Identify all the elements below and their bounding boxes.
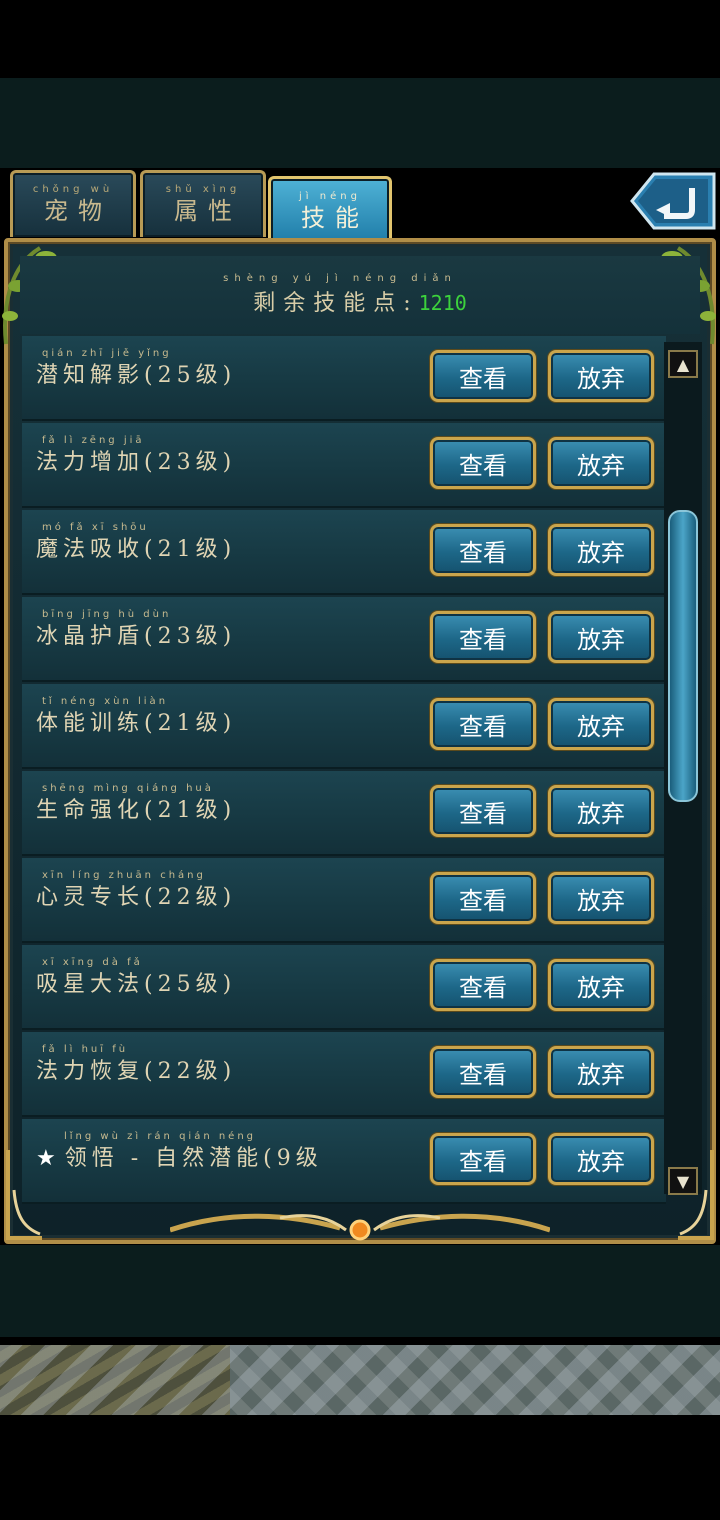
abandon-button[interactable]: 放弃 (548, 611, 654, 663)
abandon-button[interactable]: 放弃 (548, 1046, 654, 1098)
tab-attributes-label: 属性 (174, 197, 242, 225)
tab-pet-pinyin: chǒng wù (32, 184, 114, 195)
abandon-button[interactable]: 放弃 (548, 524, 654, 576)
skill-pinyin: shēng mìng qiáng huà (42, 783, 214, 794)
abandon-button[interactable]: 放弃 (548, 698, 654, 750)
tab-skills[interactable]: jì néng 技能 (268, 176, 392, 245)
skill-label: 吸星大法(25级) (36, 972, 237, 997)
view-button[interactable]: 查看 (430, 1046, 536, 1098)
skill-pinyin: xī xīng dà fǎ (42, 957, 143, 968)
skill-name: tǐ néng xùn liàn 体能训练(21级) (36, 696, 436, 740)
skill-list[interactable]: qián zhī jiě yǐng 潜知解影(25级) 查看 放弃 fǎ lì … (22, 336, 666, 1206)
abandon-button[interactable]: 放弃 (548, 350, 654, 402)
skill-label: 法力增加(23级) (36, 450, 237, 475)
skill-points-pinyin: shèng yú jì néng diǎn (223, 273, 457, 284)
corner-ornament-right (678, 1150, 714, 1240)
panel-footer-ornament (170, 1213, 550, 1241)
view-button[interactable]: 查看 (430, 524, 536, 576)
skill-row: tǐ néng xùn liàn 体能训练(21级) 查看 放弃 (22, 684, 666, 769)
skill-label: 心灵专长(22级) (36, 885, 237, 910)
skill-label-wrap: ★ 领悟 - 自然潜能(9级 (36, 1143, 436, 1175)
abandon-button[interactable]: 放弃 (548, 959, 654, 1011)
skill-label: 体能训练(21级) (36, 711, 237, 736)
skill-points-value: 1210 (418, 291, 467, 315)
bottom-bar (0, 1245, 720, 1337)
abandon-button[interactable]: 放弃 (548, 785, 654, 837)
skill-pinyin: mó fǎ xī shōu (42, 522, 149, 533)
skill-name: xī xīng dà fǎ 吸星大法(25级) (36, 957, 436, 1001)
tab-pet[interactable]: chǒng wù 宠物 (10, 170, 136, 237)
tab-pet-label: 宠物 (44, 197, 112, 225)
skill-row: qián zhī jiě yǐng 潜知解影(25级) 查看 放弃 (22, 336, 666, 421)
skill-row: fǎ lì zēng jiā 法力增加(23级) 查看 放弃 (22, 423, 666, 508)
skill-name: xīn líng zhuān cháng 心灵专长(22级) (36, 870, 436, 914)
skill-label: 冰晶护盾(23级) (36, 624, 237, 649)
skill-label: 魔法吸收(21级) (36, 537, 237, 562)
skill-name: shēng mìng qiáng huà 生命强化(21级) (36, 783, 436, 827)
view-button[interactable]: 查看 (430, 785, 536, 837)
skill-pinyin: bīng jīng hù dùn (42, 609, 172, 620)
skill-pinyin: lǐng wù zì rán qián néng (64, 1131, 257, 1142)
skill-row: mó fǎ xī shōu 魔法吸收(21级) 查看 放弃 (22, 510, 666, 595)
skill-points-label: 剩余技能点: (253, 291, 419, 316)
skill-label: 潜知解影(25级) (36, 363, 237, 388)
skill-pinyin: fǎ lì huī fù (42, 1044, 129, 1055)
game-map-background (0, 1345, 720, 1415)
scroll-up-arrow-icon[interactable]: ▲ (668, 350, 698, 378)
skill-pinyin: fǎ lì zēng jiā (42, 435, 145, 446)
view-button[interactable]: 查看 (430, 698, 536, 750)
skill-name: qián zhī jiě yǐng 潜知解影(25级) (36, 348, 436, 392)
abandon-button[interactable]: 放弃 (548, 1133, 654, 1185)
game-screen: chǒng wù 宠物 shǔ xìng 属性 jì néng 技能 shèng… (0, 0, 720, 1520)
skill-pinyin: xīn líng zhuān cháng (42, 870, 206, 881)
view-button[interactable]: 查看 (430, 959, 536, 1011)
skill-name: mó fǎ xī shōu 魔法吸收(21级) (36, 522, 436, 566)
tab-skills-pinyin: jì néng (299, 191, 361, 202)
back-arrow-icon[interactable] (630, 170, 716, 232)
view-button[interactable]: 查看 (430, 1133, 536, 1185)
skill-points-header: shèng yú jì néng diǎn 剩余技能点: 1210 (20, 256, 700, 334)
skill-row: shēng mìng qiáng huà 生命强化(21级) 查看 放弃 (22, 771, 666, 856)
skill-row: lǐng wù zì rán qián néng ★ 领悟 - 自然潜能(9级 查… (22, 1119, 666, 1204)
skill-pinyin: tǐ néng xùn liàn (42, 696, 169, 707)
skill-row: xī xīng dà fǎ 吸星大法(25级) 查看 放弃 (22, 945, 666, 1030)
tab-attributes-pinyin: shǔ xìng (165, 184, 241, 195)
skill-row: fǎ lì huī fù 法力恢复(22级) 查看 放弃 (22, 1032, 666, 1117)
skill-name: fǎ lì huī fù 法力恢复(22级) (36, 1044, 436, 1088)
top-bar (0, 78, 720, 168)
corner-ornament-left (6, 1150, 42, 1240)
tab-skills-label: 技能 (301, 204, 369, 232)
abandon-button[interactable]: 放弃 (548, 872, 654, 924)
skill-row: xīn líng zhuān cháng 心灵专长(22级) 查看 放弃 (22, 858, 666, 943)
skill-name: bīng jīng hù dùn 冰晶护盾(23级) (36, 609, 436, 653)
view-button[interactable]: 查看 (430, 350, 536, 402)
view-button[interactable]: 查看 (430, 437, 536, 489)
skill-label: 法力恢复(22级) (36, 1059, 237, 1084)
scrollbar-thumb[interactable] (668, 510, 698, 802)
skill-row: bīng jīng hù dùn 冰晶护盾(23级) 查看 放弃 (22, 597, 666, 682)
abandon-button[interactable]: 放弃 (548, 437, 654, 489)
skill-name: lǐng wù zì rán qián néng ★ 领悟 - 自然潜能(9级 (36, 1131, 436, 1175)
view-button[interactable]: 查看 (430, 611, 536, 663)
view-button[interactable]: 查看 (430, 872, 536, 924)
skill-label: 领悟 - 自然潜能(9级 (64, 1146, 323, 1171)
skill-pinyin: qián zhī jiě yǐng (42, 348, 172, 359)
tab-attributes[interactable]: shǔ xìng 属性 (140, 170, 266, 237)
skill-name: fǎ lì zēng jiā 法力增加(23级) (36, 435, 436, 479)
skill-label: 生命强化(21级) (36, 798, 237, 823)
